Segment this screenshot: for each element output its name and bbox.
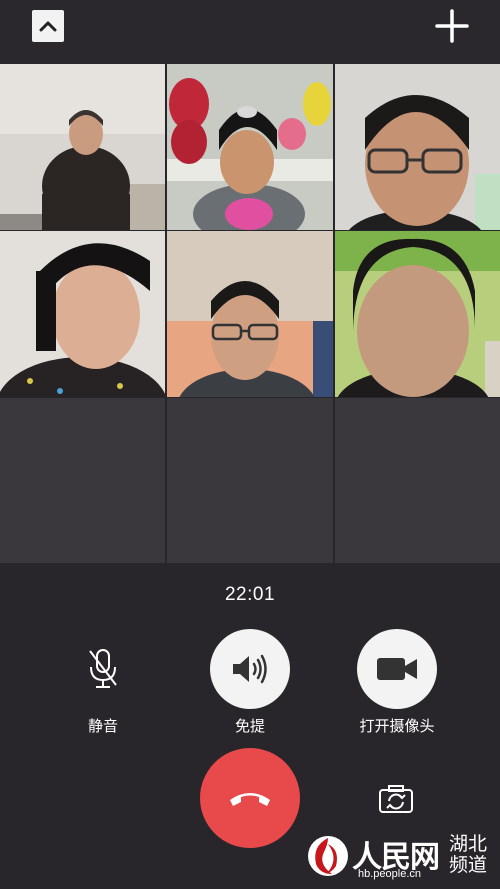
plus-icon bbox=[435, 9, 469, 43]
switch-camera-icon bbox=[379, 785, 413, 813]
source-watermark: 人民网 湖北频道 hb.people.cn bbox=[306, 832, 496, 884]
speaker-label: 免提 bbox=[234, 718, 265, 735]
camera-label: 打开摄像头 bbox=[359, 718, 435, 735]
participant-video bbox=[167, 231, 333, 397]
switch-camera-button[interactable] bbox=[377, 780, 415, 818]
empty-video-slot bbox=[335, 398, 500, 563]
video-camera-icon bbox=[377, 658, 417, 680]
participant-video bbox=[0, 64, 165, 230]
video-tile-participant-2[interactable] bbox=[167, 64, 333, 230]
mute-button[interactable]: 静音 bbox=[53, 629, 153, 736]
camera-icon-holder bbox=[357, 629, 437, 709]
microphone-muted-icon bbox=[89, 649, 117, 688]
speaker-icon-holder bbox=[210, 629, 290, 709]
hang-up-button[interactable] bbox=[200, 748, 300, 848]
phone-hangup-icon bbox=[230, 793, 270, 806]
speaker-icon bbox=[233, 654, 267, 684]
participant-video bbox=[335, 64, 500, 230]
add-participant-button[interactable] bbox=[434, 8, 470, 44]
call-header bbox=[0, 0, 500, 64]
participant-video bbox=[167, 64, 333, 230]
watermark-region: 湖北频道 bbox=[449, 833, 488, 876]
video-tile-participant-3[interactable] bbox=[335, 64, 500, 230]
participant-video bbox=[335, 231, 500, 397]
chevron-up-icon bbox=[39, 21, 57, 32]
mute-icon-holder bbox=[63, 629, 143, 709]
empty-video-slot bbox=[0, 398, 165, 563]
watermark-url: hb.people.cn bbox=[358, 868, 421, 880]
video-grid bbox=[0, 64, 500, 563]
speaker-button[interactable]: 免提 bbox=[200, 629, 300, 736]
people-daily-logo-icon bbox=[308, 836, 348, 876]
camera-button[interactable]: 打开摄像头 bbox=[347, 629, 447, 736]
collapse-button[interactable] bbox=[32, 10, 64, 42]
mute-label: 静音 bbox=[87, 718, 118, 735]
video-tile-participant-4[interactable] bbox=[0, 231, 165, 397]
video-tile-participant-1[interactable] bbox=[0, 64, 165, 230]
video-tile-participant-6[interactable] bbox=[335, 231, 500, 397]
video-tile-participant-5[interactable] bbox=[167, 231, 333, 397]
empty-video-slot bbox=[167, 398, 333, 563]
participant-video bbox=[0, 231, 165, 397]
call-duration: 22:01 bbox=[224, 584, 276, 605]
